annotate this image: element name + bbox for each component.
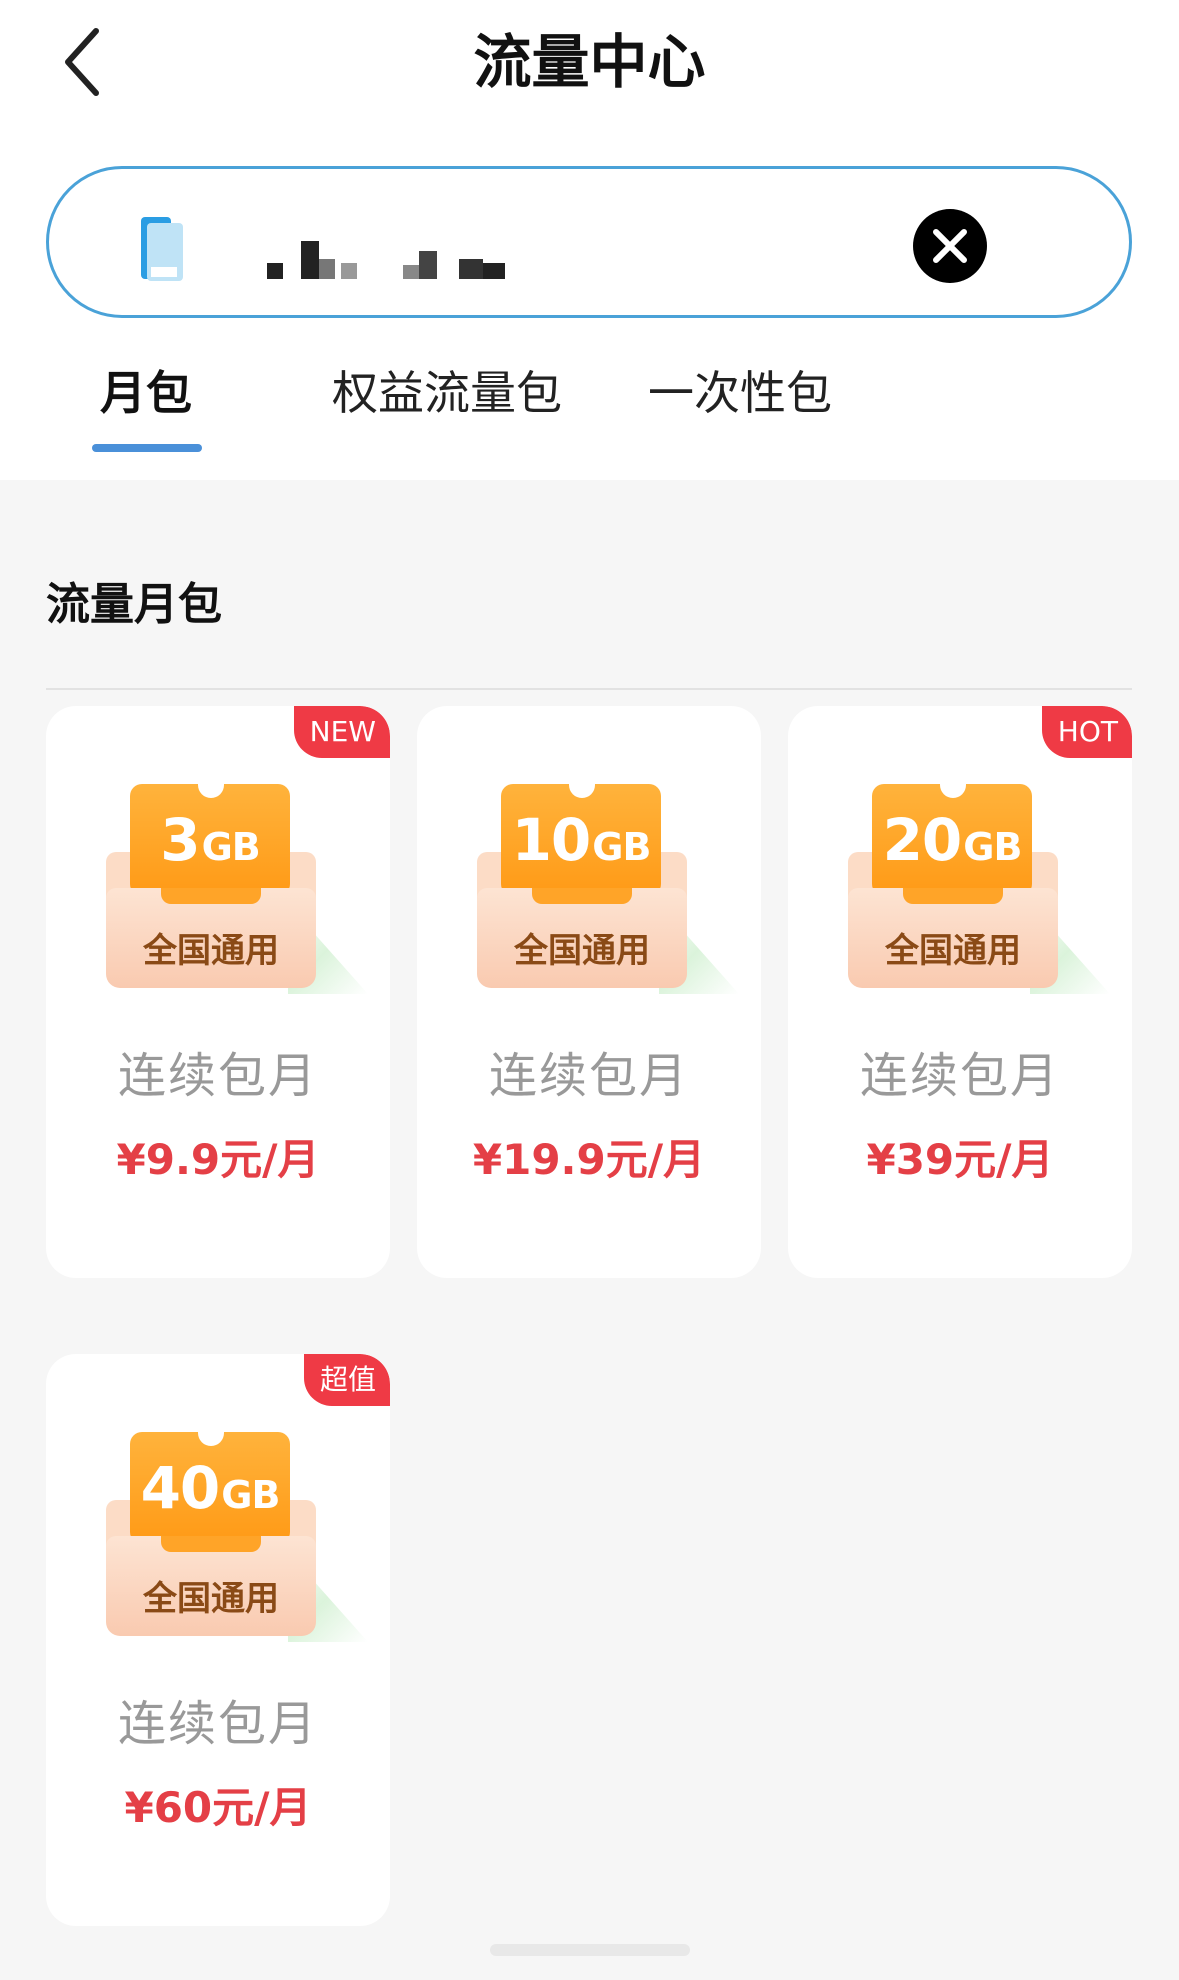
package-desc: 连续包月 xyxy=(117,1048,318,1104)
data-amount: 20 xyxy=(882,806,963,874)
home-indicator[interactable] xyxy=(490,1944,690,1956)
package-card-3gb[interactable]: NEW 3GB 全国通用 连续包月 ¥9.9元/月 xyxy=(46,706,390,1278)
data-amount: 40 xyxy=(140,1454,221,1522)
data-unit: GB xyxy=(963,825,1022,869)
tab-monthly[interactable]: 月包 xyxy=(100,358,192,428)
package-graphic: 3GB 全国通用 xyxy=(106,784,368,994)
data-amount: 3 xyxy=(160,806,200,874)
scope-label: 全国通用 xyxy=(143,1579,279,1619)
data-unit: GB xyxy=(221,1473,280,1517)
package-graphic: 20GB 全国通用 xyxy=(848,784,1110,994)
data-amount: 10 xyxy=(511,806,592,874)
data-unit: GB xyxy=(201,825,261,869)
package-price: ¥60元/月 xyxy=(124,1783,312,1832)
tab-benefit-data[interactable]: 权益流量包 xyxy=(332,358,562,428)
package-desc: 连续包月 xyxy=(488,1048,689,1104)
divider xyxy=(46,688,1132,690)
package-card-40gb[interactable]: 超值 40GB 全国通用 连续包月 ¥60元/月 xyxy=(46,1354,390,1926)
scope-label: 全国通用 xyxy=(514,931,650,971)
data-unit: GB xyxy=(592,825,651,869)
package-card-10gb[interactable]: 10GB 全国通用 连续包月 ¥19.9元/月 xyxy=(417,706,761,1278)
package-desc: 连续包月 xyxy=(117,1696,318,1752)
clear-button[interactable] xyxy=(913,209,987,283)
tab-one-time[interactable]: 一次性包 xyxy=(648,358,832,428)
top-panel: 流量中心 月包 权益流量包 一次性包 xyxy=(0,0,1179,480)
data-amount-ticket: 10GB xyxy=(501,784,661,896)
masked-phone-number xyxy=(267,235,505,279)
data-amount-ticket: 20GB xyxy=(872,784,1032,896)
tab-bar: 月包 权益流量包 一次性包 xyxy=(0,350,1179,460)
section-title: 流量月包 xyxy=(46,579,222,630)
phone-card-icon xyxy=(141,217,183,281)
package-graphic: 10GB 全国通用 xyxy=(477,784,739,994)
page-title: 流量中心 xyxy=(473,28,706,96)
package-price: ¥39元/月 xyxy=(866,1135,1054,1184)
package-card-20gb[interactable]: HOT 20GB 全国通用 连续包月 ¥39元/月 xyxy=(788,706,1132,1278)
package-price: ¥9.9元/月 xyxy=(116,1135,320,1184)
value-badge: 超值 xyxy=(303,1354,390,1406)
package-graphic: 40GB 全国通用 xyxy=(106,1432,368,1642)
scope-label: 全国通用 xyxy=(885,931,1021,971)
hot-badge: HOT xyxy=(1041,706,1132,758)
package-price: ¥19.9元/月 xyxy=(472,1135,706,1184)
new-badge: NEW xyxy=(293,706,390,758)
close-icon xyxy=(933,229,967,263)
account-selector[interactable] xyxy=(46,166,1132,318)
scope-label: 全国通用 xyxy=(143,931,279,971)
data-amount-ticket: 40GB xyxy=(130,1432,290,1544)
active-tab-indicator xyxy=(92,444,202,452)
package-desc: 连续包月 xyxy=(859,1048,1060,1104)
data-amount-ticket: 3GB xyxy=(130,784,290,896)
